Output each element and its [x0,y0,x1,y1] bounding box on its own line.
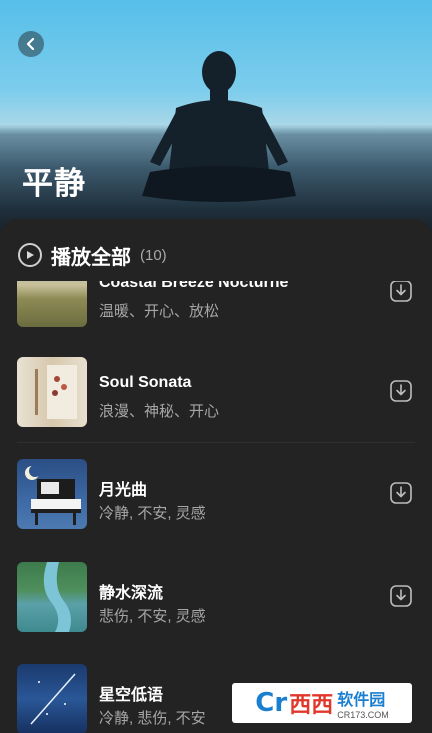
track-title: 星空低语 [99,687,164,704]
track-title: Soul Sonata [99,374,192,391]
meditating-person-image [142,51,296,202]
track-tags: 悲伤, 不安, 灵感 [99,608,206,625]
track-cover [17,664,87,733]
track-tags: 冷静, 悲伤, 不安 [99,710,206,727]
track-item[interactable]: 月光曲 冷静, 不安, 灵感 [0,459,432,561]
watermark-brand: Cr [255,688,288,718]
hero-banner: 平静 [0,0,432,240]
track-list-panel: Coastal Breeze Nocturne 温暖、开心、放松 Soul So… [0,219,432,733]
track-title: 月光曲 [99,482,148,499]
divider [17,442,415,443]
track-item[interactable]: Soul Sonata 浪漫、神秘、开心 [0,357,432,459]
download-icon[interactable] [389,279,413,303]
play-circle-icon [18,243,42,267]
chevron-left-icon [26,38,35,50]
play-all-label: 播放全部 [51,246,131,269]
track-count: (10) [140,246,167,264]
track-cover [17,459,87,529]
track-cover [17,357,87,427]
list-header: 播放全部 (10) [0,219,432,281]
play-all-button[interactable]: 播放全部 (10) [18,241,167,269]
track-cover [17,562,87,632]
track-tags: 冷静, 不安, 灵感 [99,505,206,522]
track-item[interactable]: 静水深流 悲伤, 不安, 灵感 [0,562,432,664]
watermark-logo-text: 西西 [289,692,334,717]
watermark-url: CR173.COM [337,710,389,720]
download-icon[interactable] [389,584,413,608]
track-tags: 浪漫、神秘、开心 [99,403,220,420]
download-icon[interactable] [389,379,413,403]
watermark-name: 软件园 [337,692,386,709]
download-icon[interactable] [389,481,413,505]
track-tags: 温暖、开心、放松 [99,303,220,320]
track-title: 静水深流 [99,585,164,602]
page-title: 平静 [22,166,86,201]
watermark-logo: Cr 西西 软件园 CR173.COM [232,683,412,723]
back-button[interactable] [18,31,44,57]
